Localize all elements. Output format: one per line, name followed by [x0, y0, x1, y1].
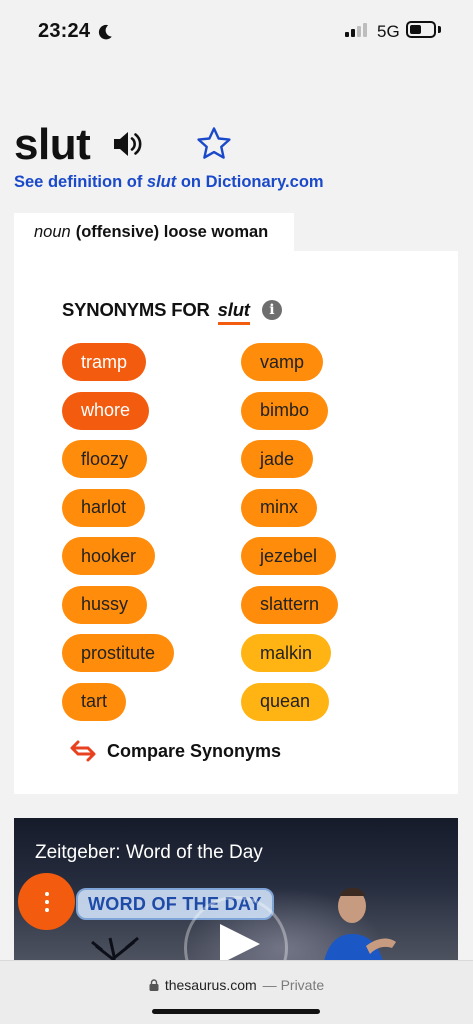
synonyms-heading-word: slut [217, 299, 250, 325]
status-bar: 23:24 5G [0, 0, 473, 62]
video-title: Zeitgeber: Word of the Day [35, 842, 263, 863]
compare-synonyms-label: Compare Synonyms [107, 740, 282, 761]
definition-link-suffix: on Dictionary.com [176, 173, 324, 191]
home-indicator[interactable] [152, 1009, 320, 1014]
part-of-speech: noun [34, 222, 71, 241]
clock-text: 23:24 [38, 20, 91, 42]
sense-definition: (offensive) loose woman [75, 222, 269, 241]
sense-tab[interactable]: noun (offensive) loose woman [14, 213, 294, 251]
headword: slut [14, 120, 91, 169]
synonym-pill-hussy[interactable]: hussy [62, 585, 148, 624]
vertical-dots-icon [44, 891, 49, 896]
signal-icon [345, 23, 367, 37]
synonym-pill-hooker[interactable]: hooker [62, 537, 156, 575]
synonym-pill-minx[interactable]: minx [241, 488, 318, 527]
compare-synonyms-button[interactable]: Compare Synonyms [69, 739, 281, 763]
vertical-dots-icon-3 [44, 907, 49, 912]
dictionary-definition-link[interactable]: See definition of slut on Dictionary.com [14, 173, 324, 192]
star-outline-icon[interactable] [195, 125, 233, 163]
synonym-pill-floozy[interactable]: floozy [62, 440, 148, 478]
lock-icon [149, 979, 159, 991]
battery-icon [406, 21, 436, 38]
video-player[interactable]: Zeitgeber: Word of the Day WORD OF THE D… [14, 818, 458, 968]
private-mode-label: — Private [263, 977, 324, 993]
synonym-pill-quean[interactable]: quean [241, 682, 330, 721]
synonym-pill-malkin[interactable]: malkin [241, 634, 332, 672]
synonym-pill-bimbo[interactable]: bimbo [241, 391, 329, 430]
synonym-pill-jezebel[interactable]: jezebel [241, 537, 337, 575]
synonym-pill-jade[interactable]: jade [241, 440, 314, 478]
info-icon[interactable]: i [261, 300, 282, 320]
vertical-dots-icon-2 [44, 899, 49, 904]
synonym-pill-prostitute[interactable]: prostitute [62, 634, 175, 672]
play-icon[interactable] [220, 924, 260, 964]
speaker-icon[interactable] [111, 127, 145, 161]
swap-arrows-icon [70, 740, 96, 762]
clock: 23:24 [38, 20, 114, 43]
synonym-pill-vamp[interactable]: vamp [241, 343, 324, 381]
synonyms-card: SYNONYMS FOR slut i tramp whore floozy harl… [14, 251, 458, 794]
definition-link-word: slut [146, 173, 177, 191]
url-display[interactable]: thesaurus.com — Private [0, 977, 473, 993]
synonym-pill-tart[interactable]: tart [62, 682, 127, 721]
network-type: 5G [377, 22, 400, 41]
synonym-pill-harlot[interactable]: harlot [62, 488, 146, 527]
moon-icon [99, 24, 112, 39]
synonym-pill-tramp[interactable]: tramp [62, 343, 147, 381]
presenter-silhouette [322, 887, 396, 968]
menu-fab-button[interactable] [18, 873, 75, 930]
browsing-mode: Private [280, 977, 325, 993]
definition-link-prefix: See definition of [14, 173, 147, 191]
synonym-pill-slattern[interactable]: slattern [241, 585, 339, 624]
url-domain: thesaurus.com [164, 977, 257, 993]
synonyms-heading-label: SYNONYMS FOR [62, 299, 210, 320]
url-separator: — [262, 977, 281, 993]
battery-tip [438, 26, 441, 33]
synonyms-heading: SYNONYMS FOR slut i [62, 299, 282, 325]
synonym-pill-whore[interactable]: whore [62, 391, 150, 430]
headword-row: slut [14, 120, 91, 170]
browser-address-bar[interactable]: thesaurus.com — Private [0, 960, 473, 1024]
